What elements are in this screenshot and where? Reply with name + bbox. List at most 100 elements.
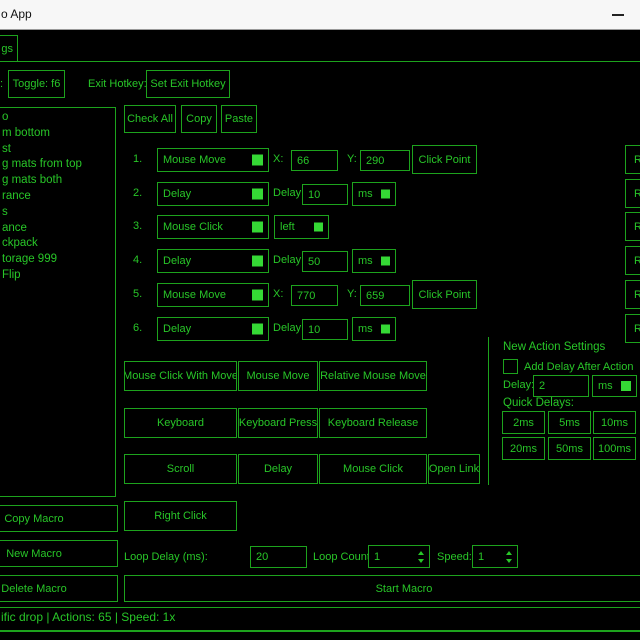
loop-count-value: 1 (374, 551, 380, 563)
macro-list-item[interactable]: Flip (0, 268, 115, 284)
quick-delay-5ms-button[interactable]: 5ms (548, 411, 591, 434)
new-macro-button[interactable]: New Macro (0, 540, 118, 567)
add-keyboard-release-button[interactable]: Keyboard Release (319, 408, 427, 438)
action-type-value: Mouse Move (163, 289, 226, 301)
y-input[interactable] (360, 150, 410, 171)
x-input[interactable] (291, 285, 338, 306)
speed-label: Speed: (437, 551, 472, 564)
delay-input[interactable] (302, 184, 348, 205)
loop-count-label: Loop Count: (313, 551, 373, 564)
delay-unit-dropdown[interactable]: ms (352, 317, 396, 341)
add-mouse-click-button[interactable]: Mouse Click (319, 454, 427, 484)
set-exit-hotkey-button[interactable]: Set Exit Hotkey (146, 70, 230, 98)
macro-list-item[interactable]: s (0, 205, 115, 221)
macro-list-item[interactable]: rance (0, 189, 115, 205)
check-all-button[interactable]: Check All (124, 105, 176, 133)
macro-list-item[interactable]: st (0, 142, 115, 158)
action-row-number: 5. (133, 288, 142, 301)
x-input[interactable] (291, 150, 338, 171)
minimize-button[interactable] (595, 0, 640, 29)
quick-delay-2ms-button[interactable]: 2ms (502, 411, 545, 434)
spinner-down-icon[interactable] (506, 559, 512, 563)
remove-button[interactable]: R (625, 280, 640, 309)
add-relative-mouse-move-button[interactable]: Relative Mouse Move (319, 361, 427, 391)
mouse-button-value: left (280, 221, 295, 233)
spinner-down-icon[interactable] (418, 559, 424, 563)
action-type-dropdown[interactable]: Mouse Click (157, 215, 269, 239)
remove-button[interactable]: R (625, 314, 640, 343)
copy-button[interactable]: Copy (181, 105, 217, 133)
add-scroll-button[interactable]: Scroll (124, 454, 237, 484)
add-delay-checkbox[interactable] (503, 359, 518, 374)
macro-list-item[interactable]: m bottom (0, 126, 115, 142)
macro-list-item[interactable]: g mats both (0, 173, 115, 189)
copy-macro-button[interactable]: Copy Macro (0, 505, 118, 532)
remove-button[interactable]: R (625, 246, 640, 275)
dropdown-indicator-icon (252, 256, 263, 267)
paste-button[interactable]: Paste (221, 105, 257, 133)
spinner-up-icon[interactable] (418, 551, 424, 555)
delay-unit-value: ms (358, 255, 373, 267)
loop-delay-label: Loop Delay (ms): (124, 551, 208, 564)
quick-delay-100ms-button[interactable]: 100ms (593, 437, 636, 460)
click-point-button[interactable]: Click Point (412, 280, 477, 309)
app-window: o App gs : Toggle: f6 Exit Hotkey: Set E… (0, 0, 640, 640)
speed-stepper[interactable]: 1 (472, 545, 518, 568)
quick-delay-20ms-button[interactable]: 20ms (502, 437, 545, 460)
dropdown-indicator-icon (314, 223, 323, 232)
macro-list-item[interactable]: ance (0, 221, 115, 237)
action-type-dropdown[interactable]: Delay (157, 249, 269, 273)
add-right-click-button[interactable]: Right Click (124, 501, 237, 531)
dropdown-indicator-icon (252, 324, 263, 335)
new-delay-unit-dropdown[interactable]: ms (592, 375, 637, 397)
add-mouse-click-with-move-button[interactable]: Mouse Click With Move (124, 361, 237, 391)
action-type-dropdown[interactable]: Delay (157, 317, 269, 341)
macro-list-item[interactable]: ckpack (0, 236, 115, 252)
quick-delay-50ms-button[interactable]: 50ms (548, 437, 591, 460)
delay-input[interactable] (302, 251, 348, 272)
macro-list[interactable]: o m bottom st g mats from top g mats bot… (0, 107, 116, 497)
macro-list-item[interactable]: o (0, 110, 115, 126)
action-type-dropdown[interactable]: Mouse Move (157, 148, 269, 172)
loop-count-stepper[interactable]: 1 (368, 545, 430, 568)
mouse-button-dropdown[interactable]: left (274, 215, 329, 239)
y-input[interactable] (360, 285, 410, 306)
dropdown-indicator-icon (381, 325, 390, 334)
delay-input[interactable] (302, 319, 348, 340)
add-keyboard-press-button[interactable]: Keyboard Press (238, 408, 318, 438)
add-mouse-move-button[interactable]: Mouse Move (238, 361, 318, 391)
remove-button[interactable]: R (625, 212, 640, 241)
spinner-arrows[interactable] (506, 551, 512, 563)
new-delay-input[interactable] (533, 375, 589, 397)
action-type-value: Delay (163, 323, 191, 335)
add-keyboard-button[interactable]: Keyboard (124, 408, 237, 438)
action-row-number: 6. (133, 322, 142, 335)
spinner-arrows[interactable] (418, 551, 424, 563)
x-label: X: (273, 288, 283, 301)
loop-delay-input[interactable] (250, 546, 307, 568)
quick-delay-10ms-button[interactable]: 10ms (593, 411, 636, 434)
macro-list-item[interactable]: torage 999 (0, 252, 115, 268)
delay-unit-dropdown[interactable]: ms (352, 249, 396, 273)
settings-divider (488, 337, 489, 485)
remove-button[interactable]: R (625, 179, 640, 208)
tab-settings[interactable]: gs (0, 35, 18, 62)
delay-unit-dropdown[interactable]: ms (352, 182, 396, 206)
macro-list-item[interactable]: g mats from top (0, 157, 115, 173)
dropdown-indicator-icon (252, 222, 263, 233)
speed-value: 1 (478, 551, 484, 563)
add-delay-button[interactable]: Delay (238, 454, 318, 484)
action-type-dropdown[interactable]: Mouse Move (157, 283, 269, 307)
delay-label: Delay: (273, 322, 304, 335)
new-delay-label: Delay: (503, 379, 534, 392)
action-type-dropdown[interactable]: Delay (157, 182, 269, 206)
start-macro-button[interactable]: Start Macro (124, 575, 640, 602)
click-point-button[interactable]: Click Point (412, 145, 477, 174)
add-open-link-button[interactable]: Open Link (428, 454, 480, 484)
delay-unit-value: ms (358, 188, 373, 200)
remove-button[interactable]: R (625, 145, 640, 174)
delete-macro-button[interactable]: Delete Macro (0, 575, 118, 602)
spinner-up-icon[interactable] (506, 551, 512, 555)
tab-label: gs (1, 43, 13, 55)
toggle-hotkey-button[interactable]: Toggle: f6 (8, 70, 65, 98)
